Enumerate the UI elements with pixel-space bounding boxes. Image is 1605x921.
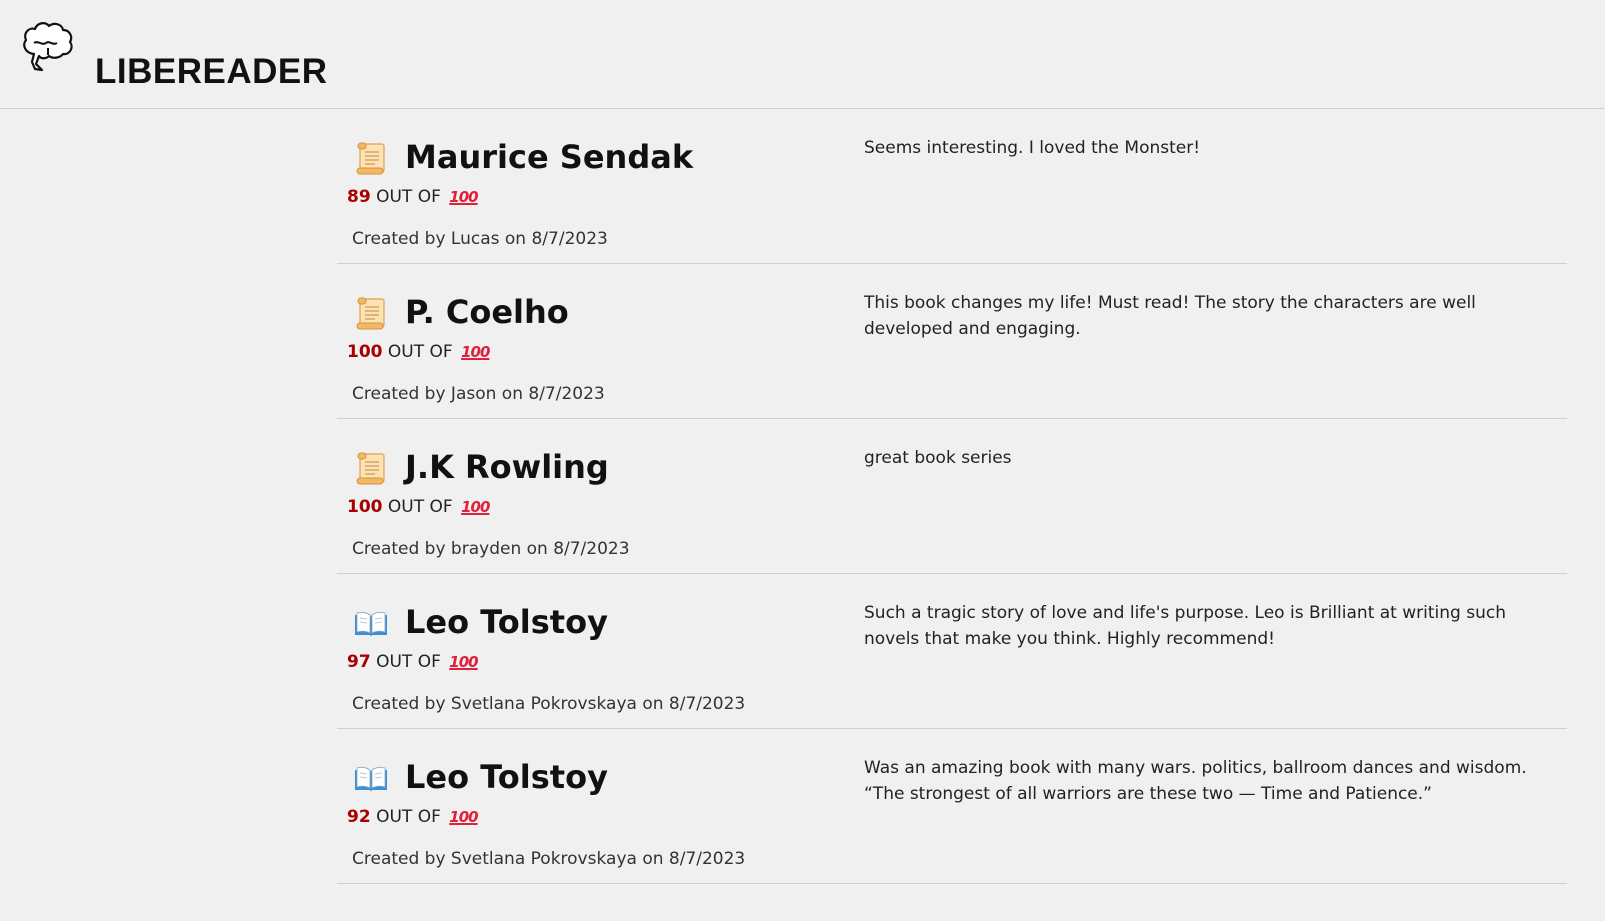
brain-speech-bubble-icon[interactable] bbox=[20, 18, 76, 78]
hundred-icon: 100 bbox=[449, 653, 478, 671]
out-of-label: OUT OF bbox=[376, 187, 441, 207]
review-rating: 100 OUT OF 100 bbox=[347, 340, 490, 364]
review-rating: 89 OUT OF 100 bbox=[347, 185, 479, 209]
review-comment: Seems interesting. I loved the Monster! bbox=[864, 138, 1201, 158]
scroll-icon bbox=[353, 141, 389, 177]
review-created: Created by Lucas on 8/7/2023 bbox=[352, 229, 608, 249]
review-rating: 100 OUT OF 100 bbox=[347, 495, 490, 519]
open-book-icon bbox=[353, 606, 389, 642]
hundred-icon: 100 bbox=[461, 343, 490, 361]
review-comment: Such a tragic story of love and life's p… bbox=[864, 603, 1506, 649]
hundred-icon: 100 bbox=[461, 498, 490, 516]
review-score: 92 bbox=[347, 807, 371, 827]
scroll-icon bbox=[353, 296, 389, 332]
review-author: J.K Rowling bbox=[405, 448, 609, 486]
out-of-label: OUT OF bbox=[376, 807, 441, 827]
review-created: Created by Svetlana Pokrovskaya on 8/7/2… bbox=[352, 694, 746, 714]
review-item: Leo Tolstoy 92 OUT OF 100 Created by Sve… bbox=[337, 729, 1567, 884]
review-author: Leo Tolstoy bbox=[405, 758, 608, 796]
review-created: Created by Jason on 8/7/2023 bbox=[352, 384, 605, 404]
out-of-label: OUT OF bbox=[387, 497, 453, 517]
review-list: Maurice Sendak 89 OUT OF 100 Created by … bbox=[337, 109, 1567, 884]
app-header: LIBEREADER bbox=[0, 0, 1605, 109]
review-created: Created by brayden on 8/7/2023 bbox=[352, 539, 630, 559]
review-comment: great book series bbox=[864, 448, 1012, 468]
review-author: Maurice Sendak bbox=[405, 138, 694, 176]
review-item: P. Coelho 100 OUT OF 100 Created by Jaso… bbox=[337, 264, 1567, 419]
review-rating: 92 OUT OF 100 bbox=[347, 805, 479, 829]
review-score: 89 bbox=[347, 187, 371, 207]
review-item: J.K Rowling 100 OUT OF 100 Created by br… bbox=[337, 419, 1567, 574]
out-of-label: OUT OF bbox=[376, 652, 441, 672]
review-score: 100 bbox=[347, 342, 383, 362]
hundred-icon: 100 bbox=[449, 188, 478, 206]
review-created: Created by Svetlana Pokrovskaya on 8/7/2… bbox=[352, 849, 746, 869]
scroll-icon bbox=[353, 451, 389, 487]
review-author: P. Coelho bbox=[405, 293, 569, 331]
hundred-icon: 100 bbox=[449, 808, 478, 826]
open-book-icon bbox=[353, 761, 389, 797]
review-comment: Was an amazing book with many wars. poli… bbox=[864, 758, 1527, 804]
review-rating: 97 OUT OF 100 bbox=[347, 650, 479, 674]
review-score: 97 bbox=[347, 652, 371, 672]
review-item: Maurice Sendak 89 OUT OF 100 Created by … bbox=[337, 109, 1567, 264]
review-item: Leo Tolstoy 97 OUT OF 100 Created by Sve… bbox=[337, 574, 1567, 729]
out-of-label: OUT OF bbox=[387, 342, 453, 362]
review-score: 100 bbox=[347, 497, 383, 517]
review-comment: This book changes my life! Must read! Th… bbox=[864, 293, 1476, 339]
app-title: LIBEREADER bbox=[95, 52, 328, 91]
review-author: Leo Tolstoy bbox=[405, 603, 608, 641]
